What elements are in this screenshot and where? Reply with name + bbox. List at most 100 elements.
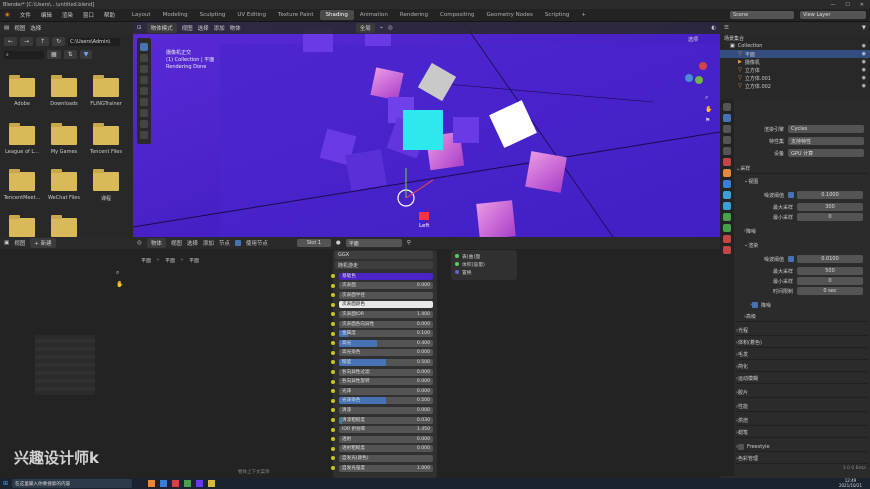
filter-icon[interactable]: ▼ <box>862 25 866 31</box>
tool-tab-icon[interactable] <box>723 103 731 111</box>
taskbar-app-icon[interactable] <box>196 480 204 487</box>
constraints-tab-icon[interactable] <box>723 213 731 221</box>
new-image-button[interactable]: + 新建 <box>30 238 56 248</box>
cursor-tool-icon[interactable] <box>140 54 148 62</box>
menu-render[interactable]: 渲染 <box>57 11 78 19</box>
physics-tab-icon[interactable] <box>723 202 731 210</box>
input-slider[interactable]: 透射 0.000 <box>339 435 433 443</box>
ie-menu-view[interactable]: 视图 <box>14 239 25 247</box>
input-slider[interactable]: 次表面IOR 1.400 <box>339 310 433 318</box>
visibility-icon[interactable]: ◉ <box>862 43 870 49</box>
breadcrumb-item[interactable]: 平面 <box>141 257 151 264</box>
vp-menu-object[interactable]: 物体 <box>230 24 241 32</box>
render-tab-icon[interactable] <box>723 114 731 122</box>
editor-type-icon[interactable]: ☰ <box>724 25 729 31</box>
render-denoise-header[interactable]: › 降噪 <box>736 300 868 310</box>
socket[interactable] <box>331 293 335 298</box>
folder-item[interactable]: Adobe <box>7 75 37 108</box>
render-min-field[interactable]: 0 <box>797 277 863 285</box>
editor-type-icon[interactable]: ▣ <box>4 240 9 246</box>
input-slider[interactable]: 高光 0.400 <box>339 339 433 347</box>
socket[interactable] <box>331 341 335 346</box>
ne-menu-view[interactable]: 视图 <box>171 239 182 247</box>
measure-tool-icon[interactable] <box>140 120 148 128</box>
visibility-icon[interactable]: ◉ <box>862 67 870 73</box>
socket[interactable] <box>331 331 335 336</box>
add-workspace-icon[interactable]: + <box>575 10 592 20</box>
input-slider[interactable]: 次表面 0.000 <box>339 282 433 290</box>
tab-rendering[interactable]: Rendering <box>394 10 434 20</box>
ne-menu-add[interactable]: 添加 <box>203 239 214 247</box>
visibility-icon[interactable]: ◉ <box>862 83 870 89</box>
taskbar-app-icon[interactable] <box>184 480 192 487</box>
viewport-min-field[interactable]: 0 <box>797 213 863 221</box>
denoise-subpanel-header[interactable]: › 降噪 <box>736 226 868 236</box>
input-slider[interactable]: 各向异性旋转 0.000 <box>339 378 433 386</box>
search-icon[interactable]: ⌕ <box>4 50 44 59</box>
slot-selector[interactable]: Slot 1 <box>296 239 331 247</box>
move-tool-icon[interactable] <box>140 65 148 73</box>
input-slider[interactable]: 自发光(颜色) <box>339 454 433 462</box>
render-noise-checkbox[interactable] <box>788 256 794 262</box>
input-slider[interactable]: 各向异性过滤 0.000 <box>339 368 433 376</box>
tab-animation[interactable]: Animation <box>354 10 394 20</box>
distribution-select[interactable]: GGX <box>335 251 433 259</box>
panel-color-management[interactable]: › 色彩管理 <box>736 454 868 464</box>
input-slider[interactable]: 基础色 <box>339 272 433 280</box>
vp-menu-view[interactable]: 视图 <box>182 24 193 32</box>
input-slider[interactable]: 清漆粗糙度 0.030 <box>339 416 433 424</box>
menu-edit[interactable]: 编辑 <box>36 11 57 19</box>
particles-tab-icon[interactable] <box>723 191 731 199</box>
vp-menu-select[interactable]: 选择 <box>198 24 209 32</box>
panel-volumes[interactable]: › 体积(着色) <box>736 338 868 348</box>
editor-type-icon[interactable]: ◎ <box>137 240 142 246</box>
options-button[interactable]: 选项 <box>688 36 698 43</box>
bsdf-input-row[interactable]: 次表面颜色 <box>331 301 433 309</box>
bsdf-input-row[interactable]: 次表面半径 <box>331 291 433 299</box>
bsdf-input-row[interactable]: IOR 折射率 1.450 <box>331 426 433 434</box>
zoom-icon[interactable]: ⌕ <box>116 269 123 277</box>
socket[interactable] <box>331 466 335 470</box>
tab-shading[interactable]: Shading <box>319 10 354 20</box>
denoise-checkbox[interactable] <box>752 302 758 308</box>
bsdf-input-row[interactable]: 各向异性旋转 0.000 <box>331 378 433 386</box>
fb-menu-select[interactable]: 选择 <box>30 24 41 32</box>
socket[interactable] <box>331 322 335 326</box>
time-limit-field[interactable]: 0 sec <box>797 287 863 295</box>
refresh-icon[interactable]: ↻ <box>52 37 66 46</box>
use-nodes-checkbox[interactable] <box>234 240 241 246</box>
outliner-item-plane[interactable]: ▽ 平面 ◉ <box>720 50 870 58</box>
tab-geometry-nodes[interactable]: Geometry Nodes <box>480 10 538 20</box>
outliner-item-collection[interactable]: ▣ Collection ◉ <box>720 42 870 50</box>
bsdf-input-row[interactable]: 光泽 0.000 <box>331 387 433 395</box>
taskbar-app-icon[interactable] <box>208 480 216 487</box>
panel-motion-blur[interactable]: › 运动模糊 <box>736 374 868 384</box>
tab-sculpting[interactable]: Sculpting <box>194 10 232 20</box>
socket[interactable] <box>331 283 335 288</box>
object-tab-icon[interactable] <box>723 169 731 177</box>
input-slider[interactable]: 光泽 0.000 <box>339 387 433 395</box>
breadcrumb-item[interactable]: 平面 <box>165 257 175 264</box>
feature-set-select[interactable]: 支持特性 <box>788 137 864 145</box>
panel-simplify[interactable]: › 简化 <box>736 362 868 372</box>
socket[interactable] <box>331 446 335 451</box>
view-layer-selector[interactable]: View Layer <box>800 11 866 19</box>
taskbar-app-icon[interactable] <box>148 480 156 487</box>
input-slider[interactable]: 自发光强度 1.000 <box>339 464 433 472</box>
bsdf-input-row[interactable]: 次表面 0.000 <box>331 282 433 290</box>
input-slider[interactable]: 次表面半径 <box>339 291 433 299</box>
socket[interactable] <box>331 370 335 374</box>
socket[interactable] <box>331 302 335 307</box>
render-engine-select[interactable]: Cycles <box>788 125 864 133</box>
bsdf-input-row[interactable]: 基础色 <box>331 272 433 280</box>
display-mode-icon[interactable]: ▦ <box>47 50 61 59</box>
sampling-panel-header[interactable]: ⌄ 采样 <box>736 164 868 174</box>
bsdf-input-row[interactable]: 金属度 0.100 <box>331 330 433 338</box>
socket[interactable] <box>331 408 335 413</box>
viewport-max-field[interactable]: 300 <box>797 203 863 211</box>
viewport-shading-icon[interactable]: ◐ <box>711 25 716 31</box>
breadcrumb-item[interactable]: 平面 <box>189 257 199 264</box>
bsdf-input-row[interactable]: 透射 0.000 <box>331 435 433 443</box>
panel-grease-pencil[interactable]: › 蜡笔 <box>736 428 868 438</box>
panel-hair[interactable]: › 毛发 <box>736 350 868 360</box>
